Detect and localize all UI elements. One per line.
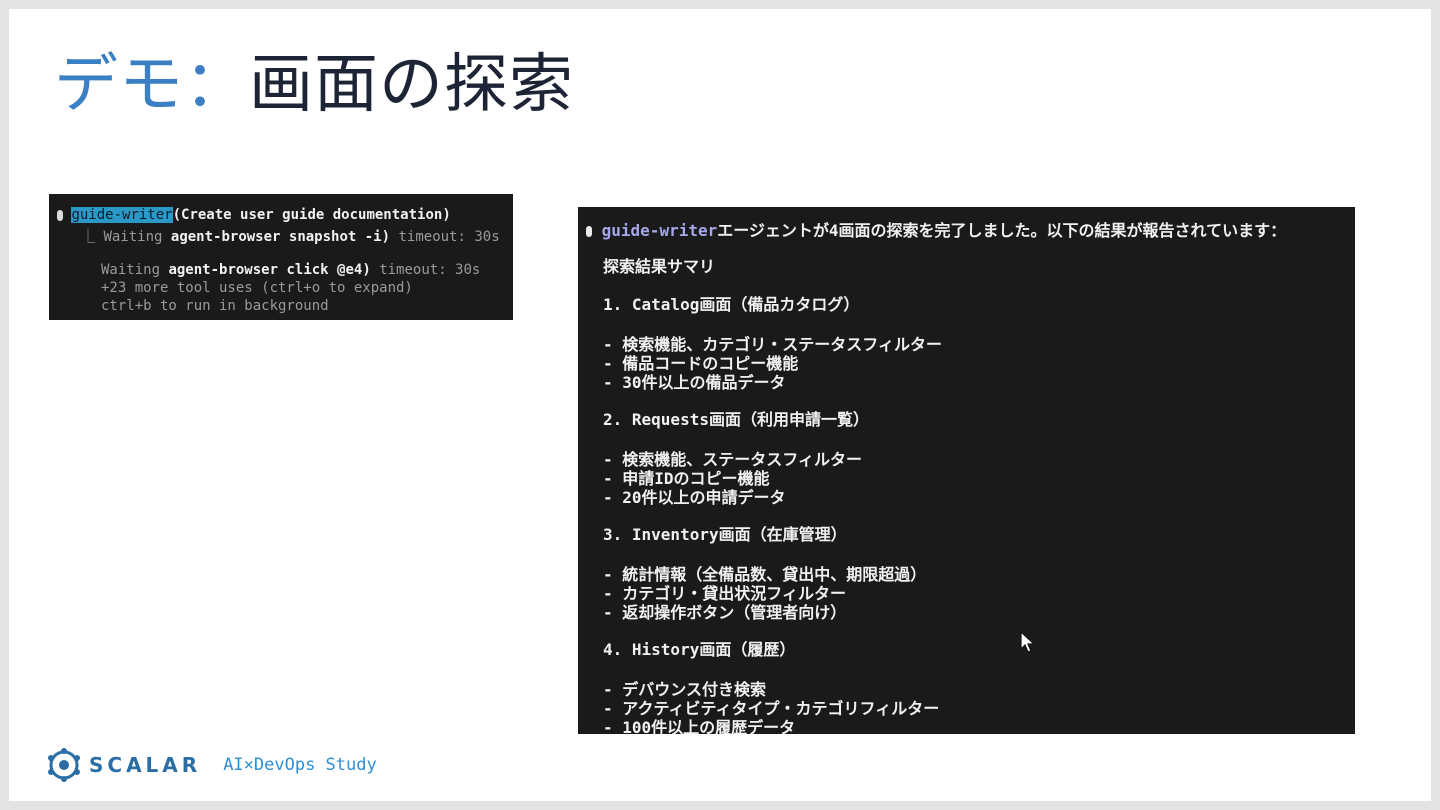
wait-command: agent-browser click @e4)	[168, 262, 371, 278]
terminal-line-3: Waiting agent-browser click @e4) timeout…	[101, 262, 480, 278]
wait-status: Waiting	[103, 229, 163, 245]
terminal-line-2: ⎿ Waiting agent-browser snapshot -i) tim…	[81, 226, 500, 246]
result-intro-line: guide-writerエージェントが4画面の探索を完了しました。以下の結果が報…	[586, 217, 1286, 241]
terminal-line-1: guide-writer(Create user guide documenta…	[57, 207, 451, 223]
terminal-screenshot-agent-progress: guide-writer(Create user guide documenta…	[49, 194, 513, 320]
summary-title: 探索結果サマリ	[603, 257, 716, 276]
agent-call-args: (Create user guide documentation)	[172, 207, 451, 223]
terminal-line-5: ctrl+b to run in background	[101, 298, 329, 314]
title-prefix: デモ：	[54, 48, 249, 122]
mouse-pointer-icon	[1020, 631, 1036, 653]
title-main: 画面の探索	[249, 48, 574, 122]
agent-name-highlight: guide-writer	[71, 207, 173, 223]
status-dot-icon	[57, 209, 63, 221]
tree-branch-icon: ⎿	[81, 229, 104, 245]
wait-timeout: timeout: 30s	[379, 262, 481, 278]
wait-command: agent-browser snapshot -i)	[170, 229, 391, 245]
section-heading: 1. Catalog画面（備品カタログ）	[603, 295, 860, 314]
scalar-logo-icon	[48, 748, 80, 782]
section-heading: 2. Requests画面（利用申請一覧）	[603, 410, 869, 429]
agent-name: guide-writer	[601, 221, 718, 240]
footer-brand: SCALAR AI×DevOps Study	[47, 747, 377, 783]
status-dot-icon	[586, 226, 592, 237]
wait-status: Waiting	[101, 262, 161, 278]
section-item: - 20件以上の申請データ	[603, 488, 786, 507]
terminal-screenshot-exploration-result: guide-writerエージェントが4画面の探索を完了しました。以下の結果が報…	[578, 207, 1355, 734]
intro-text: エージェントが4画面の探索を完了しました。以下の結果が報告されています：	[717, 221, 1287, 240]
slide: デモ：画面の探索 guide-writer(Create user guide …	[9, 9, 1431, 801]
section-item: - 返却操作ボタン（管理者向け）	[603, 603, 847, 622]
section-heading: 3. Inventory画面（在庫管理）	[603, 525, 847, 544]
wait-timeout: timeout: 30s	[398, 229, 500, 245]
section-item: - 100件以上の履歴データ	[603, 718, 796, 734]
event-subtitle: AI×DevOps Study	[223, 755, 377, 775]
slide-title: デモ：画面の探索	[54, 47, 574, 124]
logo-wordmark: SCALAR	[89, 753, 202, 777]
terminal-line-4: +23 more tool uses (ctrl+o to expand)	[101, 280, 413, 296]
section-item: - 30件以上の備品データ	[603, 373, 786, 392]
section-heading: 4. History画面（履歴）	[603, 640, 796, 659]
